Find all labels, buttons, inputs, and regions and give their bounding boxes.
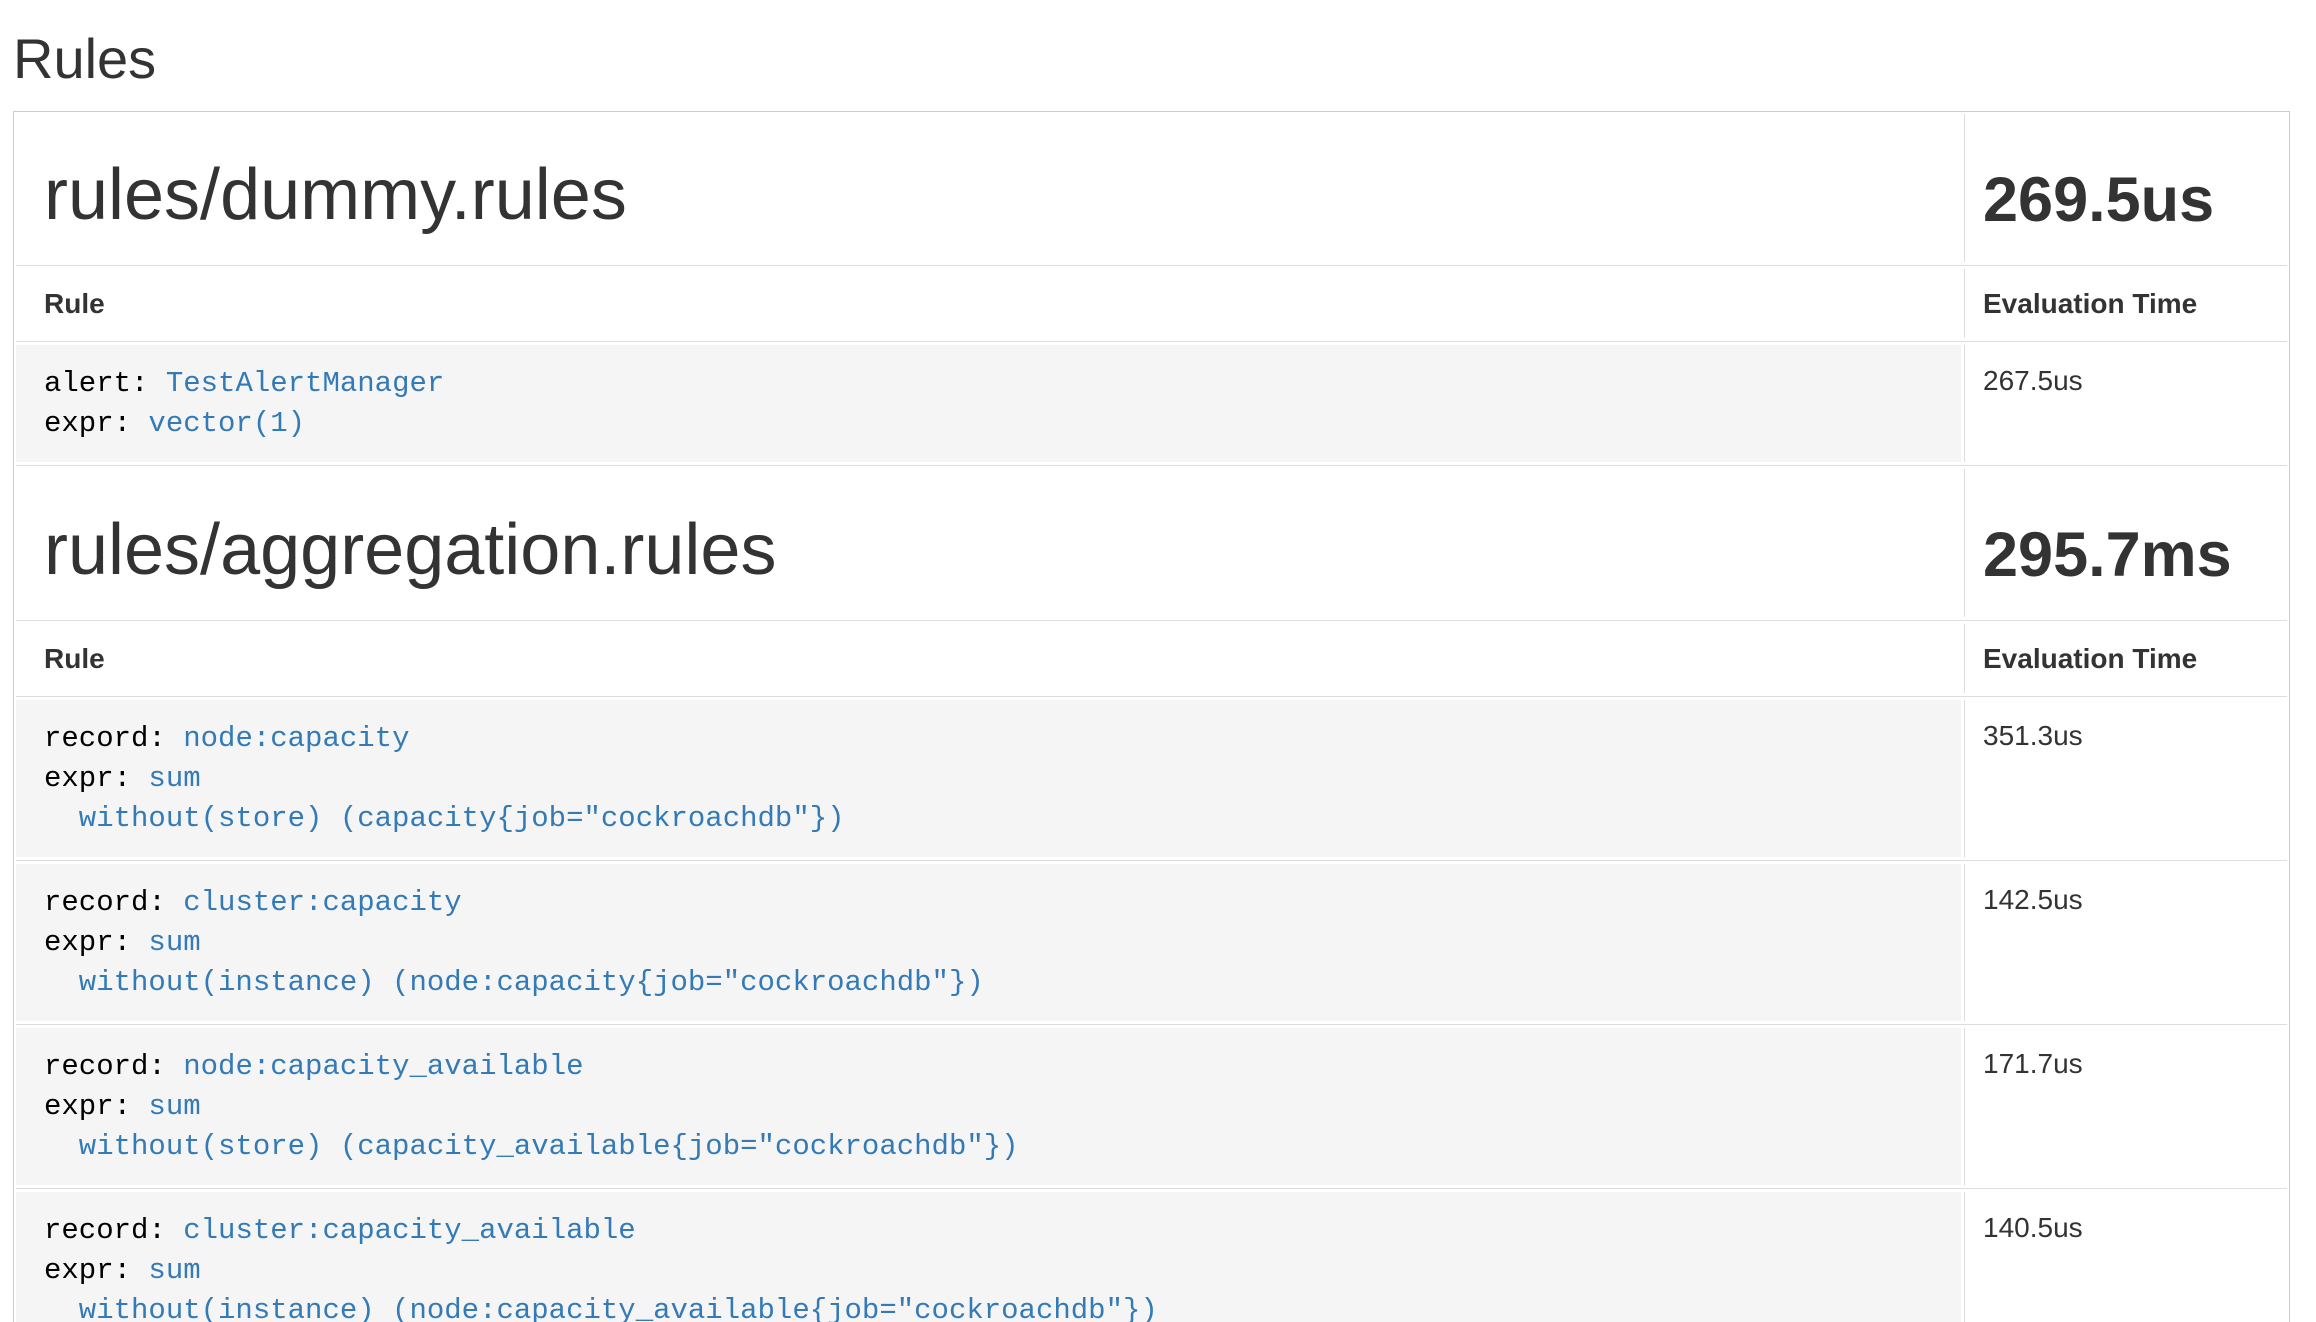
table-header-row: Rule Evaluation Time xyxy=(16,624,2287,693)
rule-row: record: cluster:capacity_available expr:… xyxy=(16,1192,2287,1322)
rules-page: Rules rules/dummy.rules 269.5us Rule Eva… xyxy=(0,28,2316,1322)
rule-definition-cell: record: cluster:capacity expr: sum witho… xyxy=(16,864,1961,1021)
record-name-link[interactable]: node:capacity xyxy=(183,722,409,755)
row-separator xyxy=(16,265,2287,266)
row-separator xyxy=(16,696,2287,697)
evaluation-time-column-header: Evaluation Time xyxy=(1964,624,2287,693)
rule-row: record: node:capacity expr: sum without(… xyxy=(16,700,2287,857)
code-text: expr: xyxy=(44,1090,148,1123)
rule-column-header: Rule xyxy=(16,624,1961,693)
alert-name-link[interactable]: TestAlertManager xyxy=(166,367,444,400)
rule-group-header-row: rules/dummy.rules 269.5us xyxy=(16,114,2287,262)
record-name-link[interactable]: node:capacity_available xyxy=(183,1050,583,1083)
record-name-link[interactable]: cluster:capacity xyxy=(183,886,461,919)
row-separator xyxy=(16,341,2287,342)
rule-code: alert: TestAlertManager expr: vector(1) xyxy=(44,364,1933,444)
code-text: record: xyxy=(44,886,183,919)
expression-link[interactable]: sum without(store) (capacity_available{j… xyxy=(44,1090,1019,1163)
rule-definition-cell: alert: TestAlertManager expr: vector(1) xyxy=(16,345,1961,462)
rule-group-name: rules/dummy.rules xyxy=(16,114,1961,262)
row-separator xyxy=(16,860,2287,861)
rule-code: record: cluster:capacity_available expr:… xyxy=(44,1211,1933,1322)
row-separator xyxy=(16,1188,2287,1189)
code-text: expr: xyxy=(44,407,148,440)
rule-group-eval-time: 295.7ms xyxy=(1964,469,2287,617)
rule-eval-time: 142.5us xyxy=(1964,864,2287,1021)
code-text: record: xyxy=(44,1214,183,1247)
code-text: expr: xyxy=(44,1254,148,1287)
rule-definition-cell: record: node:capacity expr: sum without(… xyxy=(16,700,1961,857)
rule-group-name: rules/aggregation.rules xyxy=(16,469,1961,617)
table-header-row: Rule Evaluation Time xyxy=(16,269,2287,338)
rule-row: record: cluster:capacity expr: sum witho… xyxy=(16,864,2287,1021)
code-text: expr: xyxy=(44,762,148,795)
rule-eval-time: 140.5us xyxy=(1964,1192,2287,1322)
page-title: Rules xyxy=(13,28,2290,90)
rule-definition-cell: record: cluster:capacity_available expr:… xyxy=(16,1192,1961,1322)
rule-group-header-row: rules/aggregation.rules 295.7ms xyxy=(16,469,2287,617)
evaluation-time-column-header: Evaluation Time xyxy=(1964,269,2287,338)
code-text: expr: xyxy=(44,926,148,959)
code-text: alert: xyxy=(44,367,166,400)
rule-eval-time: 351.3us xyxy=(1964,700,2287,857)
expression-link[interactable]: sum without(store) (capacity{job="cockro… xyxy=(44,762,845,835)
code-text: record: xyxy=(44,1050,183,1083)
rule-code: record: node:capacity expr: sum without(… xyxy=(44,719,1933,839)
row-separator xyxy=(16,465,2287,466)
rule-group-eval-time: 269.5us xyxy=(1964,114,2287,262)
code-text: record: xyxy=(44,722,183,755)
rule-eval-time: 267.5us xyxy=(1964,345,2287,462)
rule-row: alert: TestAlertManager expr: vector(1) … xyxy=(16,345,2287,462)
expression-link[interactable]: sum without(instance) (node:capacity_ava… xyxy=(44,1254,1158,1322)
rule-column-header: Rule xyxy=(16,269,1961,338)
record-name-link[interactable]: cluster:capacity_available xyxy=(183,1214,635,1247)
rule-eval-time: 171.7us xyxy=(1964,1028,2287,1185)
row-separator xyxy=(16,1024,2287,1025)
rule-code: record: cluster:capacity expr: sum witho… xyxy=(44,883,1933,1003)
rule-code: record: node:capacity_available expr: su… xyxy=(44,1047,1933,1167)
expression-link[interactable]: vector(1) xyxy=(148,407,305,440)
rule-definition-cell: record: node:capacity_available expr: su… xyxy=(16,1028,1961,1185)
rule-row: record: node:capacity_available expr: su… xyxy=(16,1028,2287,1185)
row-separator xyxy=(16,620,2287,621)
expression-link[interactable]: sum without(instance) (node:capacity{job… xyxy=(44,926,984,999)
rules-table: rules/dummy.rules 269.5us Rule Evaluatio… xyxy=(13,111,2290,1322)
